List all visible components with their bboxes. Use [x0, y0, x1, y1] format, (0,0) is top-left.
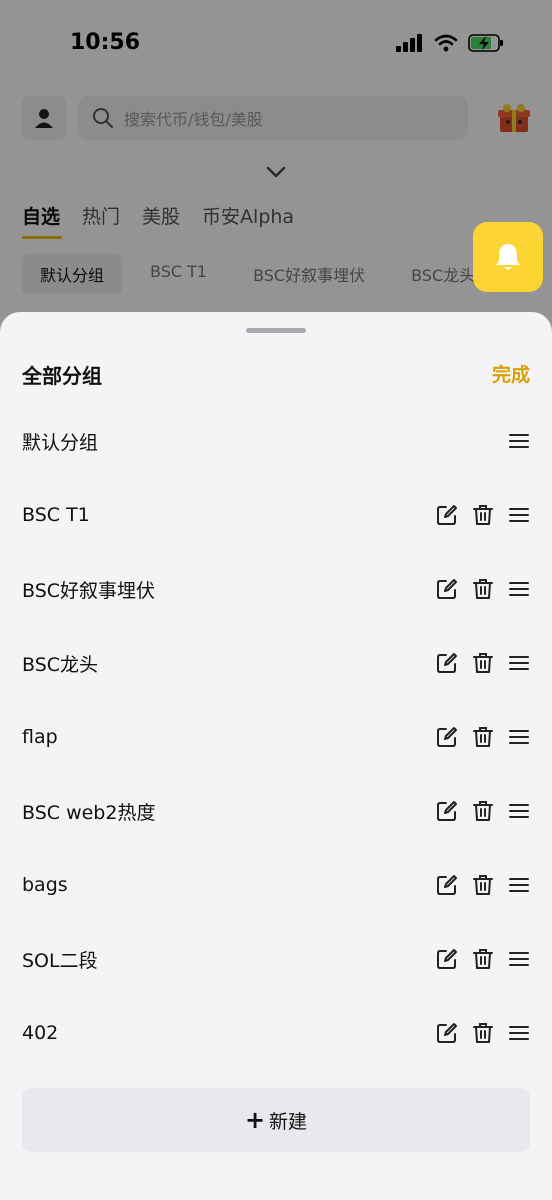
row-actions	[436, 1022, 530, 1044]
group-name: flap	[22, 726, 58, 748]
group-name: 402	[22, 1022, 59, 1044]
bell-icon	[496, 244, 520, 270]
sheet-title: 全部分组	[22, 364, 102, 388]
drag-handle-icon[interactable]	[508, 430, 530, 452]
alert-button[interactable]	[473, 222, 543, 292]
group-name: BSC好叙事埋伏	[22, 579, 156, 602]
drag-handle-icon[interactable]	[508, 948, 530, 970]
sheet-grab-handle[interactable]	[246, 328, 306, 333]
edit-icon[interactable]	[436, 1022, 458, 1044]
drag-handle-icon[interactable]	[508, 1022, 530, 1044]
row-actions	[436, 504, 530, 526]
edit-icon[interactable]	[436, 652, 458, 674]
edit-icon[interactable]	[436, 726, 458, 748]
group-row: BSC T1	[0, 478, 552, 552]
group-name: BSC T1	[22, 504, 90, 526]
edit-icon[interactable]	[436, 578, 458, 600]
drag-handle-icon[interactable]	[508, 652, 530, 674]
new-group-button[interactable]: + 新建	[22, 1088, 530, 1152]
row-actions	[436, 800, 530, 822]
group-manager-sheet: 全部分组 完成 默认分组 BSC T1 BSC好叙事埋伏 BSC龙头 flap …	[0, 312, 552, 1200]
trash-icon[interactable]	[472, 948, 494, 970]
row-actions	[436, 948, 530, 970]
trash-icon[interactable]	[472, 1022, 494, 1044]
group-name: 默认分组	[22, 431, 99, 454]
drag-handle-icon[interactable]	[508, 800, 530, 822]
edit-icon[interactable]	[436, 504, 458, 526]
row-actions	[436, 578, 530, 600]
trash-icon[interactable]	[472, 578, 494, 600]
edit-icon[interactable]	[436, 874, 458, 896]
row-actions	[508, 430, 530, 452]
drag-handle-icon[interactable]	[508, 726, 530, 748]
group-row: bags	[0, 848, 552, 922]
plus-icon: +	[244, 1106, 266, 1134]
group-row: SOL二段	[0, 922, 552, 996]
group-row: 默认分组	[0, 404, 552, 478]
group-name: SOL二段	[22, 949, 98, 972]
group-row: flap	[0, 700, 552, 774]
row-actions	[436, 874, 530, 896]
group-row: 402	[0, 996, 552, 1070]
group-row: BSC龙头	[0, 626, 552, 700]
trash-icon[interactable]	[472, 652, 494, 674]
trash-icon[interactable]	[472, 726, 494, 748]
group-row: BSC web2热度	[0, 774, 552, 848]
row-actions	[436, 726, 530, 748]
drag-handle-icon[interactable]	[508, 504, 530, 526]
edit-icon[interactable]	[436, 948, 458, 970]
trash-icon[interactable]	[472, 874, 494, 896]
new-group-label: 新建	[269, 1110, 308, 1133]
drag-handle-icon[interactable]	[508, 874, 530, 896]
trash-icon[interactable]	[472, 800, 494, 822]
group-name: BSC web2热度	[22, 801, 156, 824]
group-row: BSC好叙事埋伏	[0, 552, 552, 626]
row-actions	[436, 652, 530, 674]
edit-icon[interactable]	[436, 800, 458, 822]
group-name: bags	[22, 874, 68, 896]
group-list: 默认分组 BSC T1 BSC好叙事埋伏 BSC龙头 flap BSC web2…	[0, 404, 552, 1070]
trash-icon[interactable]	[472, 504, 494, 526]
drag-handle-icon[interactable]	[508, 578, 530, 600]
group-name: BSC龙头	[22, 653, 99, 676]
done-button[interactable]: 完成	[492, 360, 530, 387]
